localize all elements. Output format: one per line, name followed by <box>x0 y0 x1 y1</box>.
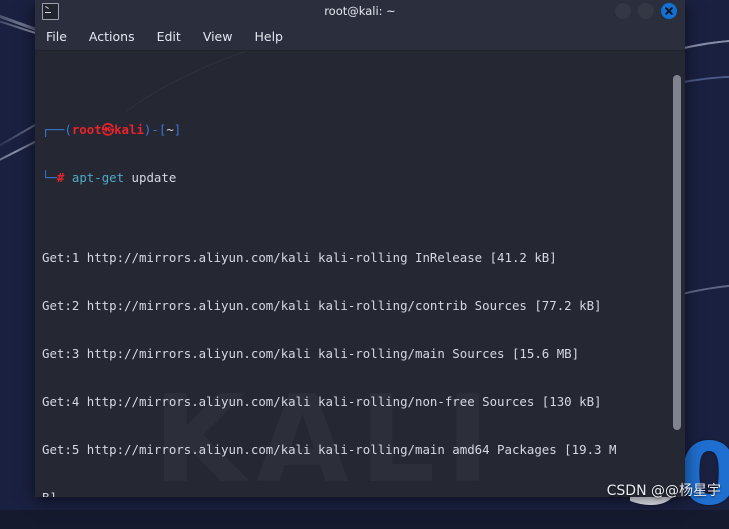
prompt-host: kali <box>114 122 144 137</box>
menu-bar: File Actions Edit View Help <box>35 22 685 51</box>
prompt-at-icon: ㉿ <box>102 122 114 137</box>
command-args: update <box>132 170 177 185</box>
menu-item-edit[interactable]: Edit <box>156 27 182 46</box>
prompt-mid: )-[ <box>144 122 166 137</box>
terminal-body[interactable]: KALI "the quieter you becom ┌──(root㉿kal… <box>35 51 685 497</box>
output-line: B] <box>42 490 671 497</box>
menu-item-file[interactable]: File <box>45 27 68 46</box>
terminal-icon <box>42 3 59 20</box>
terminal-output: ┌──(root㉿kali)-[~] └─# apt-get update Ge… <box>42 58 671 497</box>
prompt-corner-top: ┌──( <box>42 122 72 137</box>
prompt-bracket-close: ] <box>174 122 181 137</box>
menu-item-actions[interactable]: Actions <box>88 27 136 46</box>
menu-item-view[interactable]: View <box>202 27 234 46</box>
prompt-path: ~ <box>166 122 173 137</box>
scrollbar-track[interactable] <box>675 57 683 491</box>
output-line: Get:3 http://mirrors.aliyun.com/kali kal… <box>42 346 671 362</box>
output-line: Get:1 http://mirrors.aliyun.com/kali kal… <box>42 250 671 266</box>
window-controls <box>615 3 677 19</box>
prompt-line: ┌──(root㉿kali)-[~] <box>42 122 671 138</box>
command-line: └─# apt-get update <box>42 170 671 186</box>
output-line: Get:4 http://mirrors.aliyun.com/kali kal… <box>42 394 671 410</box>
title-bar[interactable]: root@kali: ~ <box>35 0 685 22</box>
maximize-button[interactable] <box>638 3 654 19</box>
command-name: apt-get <box>72 170 124 185</box>
output-line: Get:2 http://mirrors.aliyun.com/kali kal… <box>42 298 671 314</box>
close-button[interactable] <box>661 3 677 19</box>
scrollbar-thumb[interactable] <box>673 75 681 430</box>
menu-item-help[interactable]: Help <box>253 27 284 46</box>
terminal-window: root@kali: ~ File Actions Edit View Help… <box>35 0 685 497</box>
window-title: root@kali: ~ <box>35 4 685 18</box>
prompt-user: root <box>72 122 102 137</box>
minimize-button[interactable] <box>615 3 631 19</box>
output-line: Get:5 http://mirrors.aliyun.com/kali kal… <box>42 442 671 458</box>
prompt-corner-bottom: └─ <box>42 170 57 185</box>
